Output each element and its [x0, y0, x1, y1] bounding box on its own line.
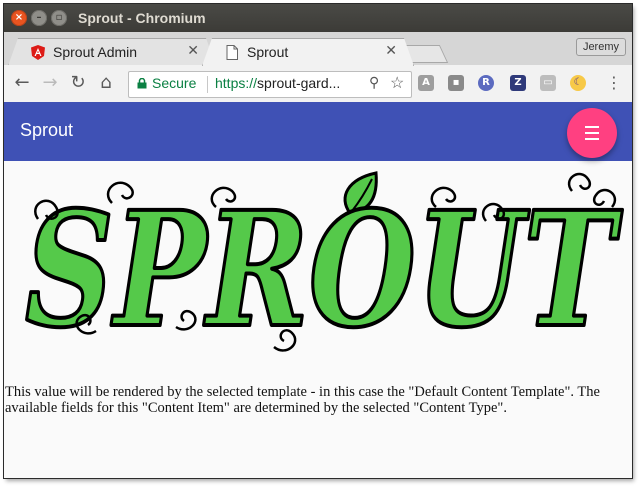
menu-dots-icon[interactable]: ⋮: [602, 71, 626, 95]
zoom-icon[interactable]: ⚲: [369, 74, 379, 91]
browser-toolbar: ← → ↻ ⌂ Secure https://sprout-gard... ⚲ …: [4, 65, 632, 103]
content-body-text: This value will be rendered by the selec…: [5, 383, 600, 416]
page-icon: [225, 45, 239, 60]
window-minimize-button[interactable]: –: [31, 10, 47, 26]
lock-icon: [137, 78, 147, 89]
tab-label: Sprout: [247, 44, 289, 60]
tab-label: Sprout Admin: [53, 44, 138, 60]
reload-button[interactable]: ↻: [66, 71, 90, 95]
close-icon[interactable]: ✕: [187, 43, 199, 59]
sprout-logo: SPROUT: [23, 171, 624, 357]
title-bar: × – ▫ Sprout - Chromium: [4, 4, 632, 32]
profile-button[interactable]: Jeremy: [575, 38, 626, 56]
app-title[interactable]: Sprout: [20, 120, 73, 141]
window-maximize-button[interactable]: ▫: [51, 10, 67, 26]
back-button[interactable]: ←: [10, 71, 34, 95]
angular-icon: [31, 45, 45, 60]
moon-icon[interactable]: ☾: [570, 75, 586, 91]
app-bar: Sprout: [4, 102, 632, 161]
omnibox-divider: [207, 76, 208, 93]
z-icon[interactable]: Z: [510, 75, 526, 91]
close-icon[interactable]: ✕: [385, 43, 397, 59]
home-button[interactable]: ⌂: [94, 71, 118, 95]
tab-strip: Sprout Admin ✕ Sprout ✕: [4, 32, 632, 65]
menu-icon: [585, 126, 599, 128]
r-icon[interactable]: R: [478, 75, 494, 91]
bookmark-star-icon[interactable]: ☆: [390, 73, 404, 93]
menu-fab-button[interactable]: [567, 108, 617, 158]
url-scheme: https://: [215, 75, 258, 91]
url-host: sprout-gard...: [257, 75, 341, 91]
forward-button[interactable]: →: [38, 71, 62, 95]
browser-window: × – ▫ Sprout - Chromium Sprout Admin ✕ S…: [4, 4, 632, 478]
note-icon[interactable]: ▪: [448, 75, 464, 91]
window-title: Sprout - Chromium: [78, 10, 206, 26]
logo-text: SPROUT: [25, 178, 623, 357]
window-close-button[interactable]: ×: [11, 10, 27, 26]
tab-sprout[interactable]: Sprout ✕: [202, 38, 414, 66]
address-bar[interactable]: Secure https://sprout-gard... ⚲ ☆: [128, 71, 412, 98]
url-text: https://sprout-gard...: [215, 75, 340, 91]
page-content: SPROUT This value will be rendered by th…: [4, 161, 632, 478]
angular-icon[interactable]: A: [418, 75, 434, 91]
cast-icon[interactable]: ▭: [540, 75, 556, 91]
secure-label: Secure: [152, 75, 197, 91]
tab-sprout-admin[interactable]: Sprout Admin ✕: [8, 38, 216, 66]
